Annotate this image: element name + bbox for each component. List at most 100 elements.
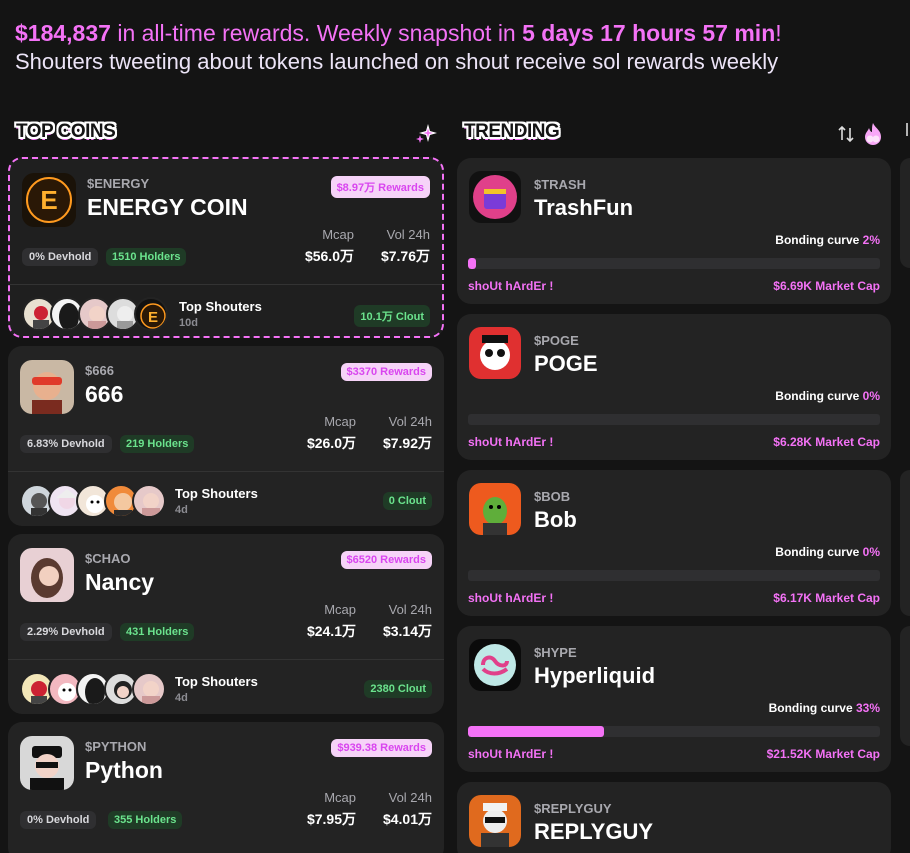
clout-badge: 2380 Clout	[364, 680, 432, 698]
svg-text:E: E	[40, 185, 57, 215]
mcap-label: Mcap	[324, 790, 356, 805]
bonding-label: Bonding curve	[768, 701, 853, 715]
bonding-progress	[468, 258, 880, 269]
trending-card[interactable]: $REPLYGUY REPLYGUY	[457, 782, 891, 853]
market-cap: $21.52K Market Cap	[766, 747, 880, 761]
scroll-edge	[901, 120, 910, 140]
bonding-label: Bonding curve	[775, 233, 860, 247]
token-avatar	[469, 327, 521, 379]
bonding-curve: Bonding curve 0%	[775, 545, 880, 559]
coin-card[interactable]: $PYTHON Python $939.38 Rewards Mcap Vol 2…	[8, 722, 444, 853]
mcap-label: Mcap	[324, 414, 356, 429]
trending-card[interactable]: $TRASH TrashFun Bonding curve 2% shoUt h…	[457, 158, 891, 304]
mcap-value: $26.0万	[306, 435, 356, 451]
devhold-badge: 0% Devhold	[20, 811, 97, 829]
bonding-pct: 33%	[855, 701, 880, 715]
holders-badge: 219 Holders	[120, 435, 195, 453]
flame-icon[interactable]	[860, 121, 886, 147]
coin-card[interactable]: $CHAO Nancy $6520 Rewards Mcap Vol 24h $2…	[8, 534, 444, 714]
token-avatar	[469, 171, 521, 223]
bonding-progress-fill	[468, 726, 604, 737]
vol-value: $3.14万	[382, 623, 432, 639]
top-shouters-label: Top Shouters	[179, 299, 262, 314]
avatar	[132, 484, 166, 518]
coin-avatar	[20, 548, 74, 602]
top-coins-title: TOP COINS	[16, 121, 116, 142]
coin-name[interactable]: 666	[85, 381, 123, 408]
shouter-avatars[interactable]	[20, 484, 166, 518]
offscreen-card	[900, 470, 910, 616]
mcap-label: Mcap	[324, 602, 356, 617]
bonding-progress	[468, 414, 880, 425]
sort-icon[interactable]	[836, 124, 856, 144]
token-avatar	[469, 483, 521, 535]
rewards-badge: $939.38 Rewards	[331, 739, 432, 757]
token-ticker: $BOB	[534, 489, 571, 504]
rewards-badge: $8.97万 Rewards	[330, 176, 430, 198]
token-name[interactable]: POGE	[534, 351, 598, 377]
token-avatar	[469, 639, 521, 691]
market-cap: $6.28K Market Cap	[773, 435, 880, 449]
age-label: 4d	[175, 692, 188, 704]
bonding-curve: Bonding curve 0%	[775, 389, 880, 403]
age-label: 4d	[175, 504, 188, 516]
shout-harder-link[interactable]: shoUt hArdEr !	[468, 747, 553, 761]
vol-label: Vol 24h	[388, 414, 432, 429]
vol-label: Vol 24h	[388, 790, 432, 805]
token-ticker: $POGE	[534, 333, 579, 348]
token-name[interactable]: REPLYGUY	[534, 819, 653, 845]
sparkle-icon[interactable]	[414, 122, 438, 146]
token-ticker: $HYPE	[534, 645, 577, 660]
coin-avatar	[20, 360, 74, 414]
shouter-avatars[interactable]: E	[22, 297, 168, 331]
shout-harder-link[interactable]: shoUt hArdEr !	[468, 435, 553, 449]
rewards-badge: $6520 Rewards	[340, 551, 432, 569]
clout-badge: 10.1万 Clout	[354, 305, 430, 327]
coin-ticker: $666	[85, 363, 114, 378]
vol-label: Vol 24h	[386, 227, 430, 242]
coin-name[interactable]: Python	[85, 757, 163, 784]
bonding-curve: Bonding curve 33%	[769, 701, 880, 715]
offscreen-card	[900, 158, 910, 268]
token-ticker: $TRASH	[534, 177, 587, 192]
coin-avatar: E	[22, 173, 76, 227]
devhold-badge: 2.29% Devhold	[20, 623, 112, 641]
offscreen-card	[900, 626, 910, 746]
coin-ticker: $CHAO	[85, 551, 131, 566]
exclaim: !	[775, 20, 782, 46]
mcap-label: Mcap	[322, 227, 354, 242]
coin-ticker: $PYTHON	[85, 739, 147, 754]
coin-card[interactable]: $666 666 $3370 Rewards Mcap Vol 24h $26.0…	[8, 346, 444, 526]
avatar	[132, 672, 166, 706]
token-avatar	[469, 795, 521, 847]
token-name[interactable]: Bob	[534, 507, 577, 533]
age-label: 10d	[179, 317, 198, 329]
token-name[interactable]: Hyperliquid	[534, 663, 655, 689]
trending-card[interactable]: $BOB Bob Bonding curve 0% shoUt hArdEr !…	[457, 470, 891, 616]
shout-harder-link[interactable]: shoUt hArdEr !	[468, 591, 553, 605]
mcap-value: $56.0万	[304, 248, 354, 264]
token-name[interactable]: TrashFun	[534, 195, 633, 221]
bonding-pct: 0%	[862, 389, 880, 403]
devhold-badge: 0% Devhold	[22, 248, 99, 266]
vol-value: $7.76万	[380, 248, 430, 264]
clout-badge: 0 Clout	[382, 492, 432, 510]
coin-ticker: $ENERGY	[87, 176, 150, 191]
token-ticker: $REPLYGUY	[534, 801, 612, 816]
trending-card[interactable]: $POGE POGE Bonding curve 0% shoUt hArdEr…	[457, 314, 891, 460]
rewards-headline: $184,837 in all-time rewards. Weekly sna…	[15, 18, 905, 48]
mcap-value: $24.1万	[306, 623, 356, 639]
holders-badge: 1510 Holders	[106, 248, 187, 266]
holders-badge: 355 Holders	[108, 811, 183, 829]
coin-name[interactable]: ENERGY COIN	[87, 194, 248, 221]
coin-name[interactable]: Nancy	[85, 569, 154, 596]
shout-harder-link[interactable]: shoUt hArdEr !	[468, 279, 553, 293]
holders-badge: 431 Holders	[120, 623, 195, 641]
shouter-avatars[interactable]	[20, 672, 166, 706]
bonding-pct: 0%	[862, 545, 880, 559]
bonding-pct: 2%	[862, 233, 880, 247]
trending-title: TRENDING	[464, 121, 560, 142]
coin-card[interactable]: E $ENERGY ENERGY COIN $8.97万 Rewards Mca…	[8, 157, 444, 338]
trending-card[interactable]: $HYPE Hyperliquid Bonding curve 33% shoU…	[457, 626, 891, 772]
top-shouters-label: Top Shouters	[175, 674, 258, 689]
